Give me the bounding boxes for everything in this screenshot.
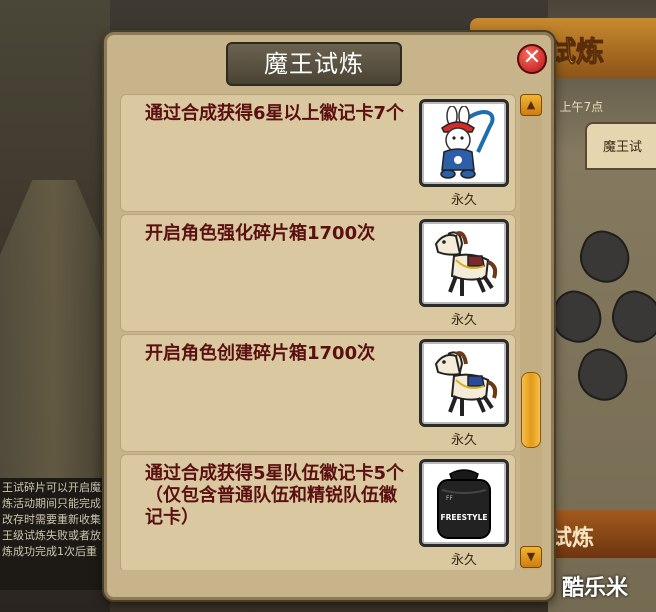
bg-text-line: 炼成功完成1次后重 [2,545,97,558]
reward-requirement: 通过合成获得6星以上徽记卡7个 [145,103,405,124]
reward-row: 通过合成获得5星队伍徽记卡5个（仅包含普通队伍和精锐队伍徽记卡） FREESTY… [120,454,516,570]
reward-item-slot[interactable] [419,339,509,427]
reward-item-slot[interactable]: FREESTYLE FF [419,459,509,547]
scroll-down-button[interactable]: ▼ [520,546,542,568]
reward-item-slot[interactable] [419,219,509,307]
bg-text-line: 王级试炼失败或者放 [2,529,101,542]
scrollbar-thumb[interactable] [521,372,541,448]
black-backpack-icon: FREESTYLE FF [437,469,491,539]
bg-text-line: 炼活动期间只能完成 [2,497,101,510]
reward-row: 开启角色强化碎片箱1700次 永久 [120,214,516,332]
svg-text:FF: FF [446,495,453,502]
reward-item-slot[interactable] [419,99,509,187]
watermark-text: 酷乐米 [562,576,629,601]
reward-duration: 永久 [450,553,477,568]
background-time-text: 8 上午7点 [548,100,604,114]
rabbit-toy-icon [440,106,495,179]
bg-text-line: 改存时需要重新收集 [2,513,101,526]
reward-duration: 永久 [450,313,477,328]
toy-horse-icon [434,351,498,416]
reward-requirement: 通过合成获得5星队伍徽记卡5个（仅包含普通队伍和精锐队伍徽记卡） [145,463,405,528]
background-tower [0,180,108,480]
toy-horse-icon [434,231,498,296]
background-banner-title: 试炼 [547,35,605,69]
bg-text-line: 王试碎片可以开启魔王 [2,481,110,494]
reward-requirement: 开启角色创建碎片箱1700次 [145,343,376,364]
reward-list: 通过合成获得6星以上徽记卡7个 永久 开启角色强化碎片箱1700次 永久 开启角… [120,94,516,570]
backpack-logo-text: FREESTYLE [441,513,488,522]
reward-row: 通过合成获得6星以上徽记卡7个 永久 [120,94,516,212]
background-challenge-button[interactable]: 试炼 [548,510,656,558]
reward-duration: 永久 [450,193,477,208]
close-button[interactable]: ✕ [517,44,547,74]
dialog-title: 魔王试炼 [226,42,402,86]
reward-duration: 永久 [450,433,477,448]
reward-row: 开启角色创建碎片箱1700次 永久 [120,334,516,452]
scroll-up-button[interactable]: ▲ [520,94,542,116]
background-description-text: 王试碎片可以开启魔王 炼活动期间只能完成 改存时需要重新收集 王级试炼失败或者放… [0,478,110,590]
scrollbar-track[interactable] [520,94,542,570]
reward-requirement: 开启角色强化碎片箱1700次 [145,223,376,244]
background-tab[interactable]: 魔王试 [585,122,656,170]
